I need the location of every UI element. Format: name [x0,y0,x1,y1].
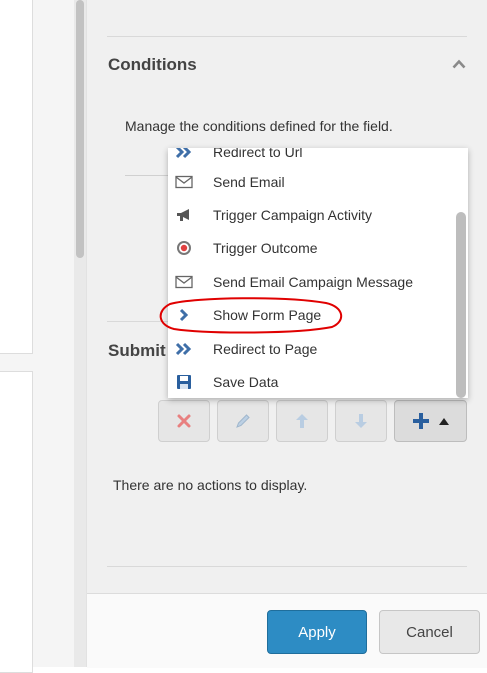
menu-item-show-form-page[interactable]: Show Form Page [168,298,454,331]
empty-actions-message: There are no actions to display. [113,477,308,493]
move-up-icon [296,414,308,428]
page-scrollbar-thumb[interactable] [76,0,84,258]
menu-item-label: Trigger Campaign Activity [213,206,372,223]
menu-item-label: Send Email [213,173,285,190]
left-card [0,0,33,354]
chevron-right-icon [174,305,194,325]
caret-up-icon [438,417,449,425]
dropdown-scrollbar-thumb[interactable] [456,212,466,398]
add-action-button[interactable] [394,400,467,442]
menu-item-label: Show Form Page [213,306,322,323]
edit-button[interactable] [217,400,269,442]
megaphone-icon [174,205,194,225]
move-down-button[interactable] [335,400,387,442]
envelope-icon [174,272,194,292]
target-icon [174,238,194,258]
divider [107,36,467,37]
submit-section-title: Submit [108,341,166,360]
menu-item-trigger-campaign-activity[interactable]: Trigger Campaign Activity [168,198,454,231]
menu-item-redirect-to-page[interactable]: Redirect to Page [168,332,454,365]
divider [125,175,170,176]
chevron-up-icon[interactable] [452,59,466,69]
edit-pencil-icon [236,414,250,428]
delete-button[interactable] [158,400,210,442]
add-action-dropdown: Redirect to Url Send Email Trigger Campa… [168,148,468,398]
menu-item-label: Trigger Outcome [213,239,318,256]
move-up-button[interactable] [276,400,328,442]
menu-item-send-email[interactable]: Send Email [168,165,454,198]
delete-icon [177,414,191,428]
divider [107,566,467,567]
double-chevron-icon [174,148,194,162]
left-card [0,371,33,673]
divider [107,321,169,322]
menu-item-save-data[interactable]: Save Data [168,365,454,398]
conditions-description: Manage the conditions defined for the fi… [125,118,393,134]
menu-item-send-email-campaign-message[interactable]: Send Email Campaign Message [168,265,454,298]
conditions-title: Conditions [108,55,197,74]
double-chevron-icon [174,339,194,359]
add-icon [412,413,429,429]
cancel-button[interactable]: Cancel [379,610,480,654]
envelope-icon [174,172,194,192]
floppy-disk-icon [174,372,194,392]
move-down-icon [355,414,367,428]
menu-item-label: Save Data [213,373,279,390]
menu-item-label: Redirect to Url [213,148,303,160]
apply-button[interactable]: Apply [267,610,367,654]
menu-item-label: Redirect to Page [213,340,318,357]
menu-item-label: Send Email Campaign Message [213,273,413,290]
menu-item-trigger-outcome[interactable]: Trigger Outcome [168,231,454,264]
